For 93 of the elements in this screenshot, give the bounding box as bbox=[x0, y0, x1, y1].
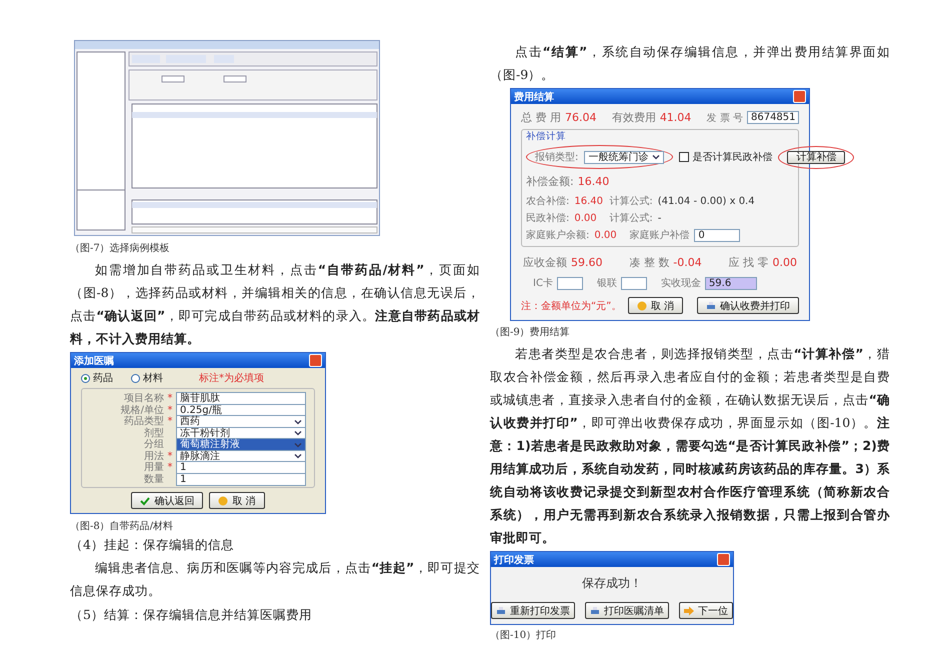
input-field[interactable]: 脑苷肌肽 bbox=[176, 392, 306, 405]
currency-note: 注：金额单位为“元”。 bbox=[521, 300, 622, 312]
summary-label: 应收金额 bbox=[523, 255, 567, 270]
row-value: 0.00 bbox=[574, 212, 598, 224]
field-label: 报销类型: bbox=[535, 150, 578, 164]
field-label: 项目名称 bbox=[123, 393, 164, 404]
required-mark: * bbox=[166, 462, 174, 473]
section-heading: （4）挂起：保存编辑的信息 bbox=[70, 536, 235, 554]
summary-value: 0.00 bbox=[772, 256, 797, 269]
row-label: 计算公式: bbox=[609, 212, 653, 225]
field-label: 剂型 bbox=[143, 428, 164, 438]
body-paragraph: 点击“结算”，系统自动保存编辑信息，并弹出费用结算界面如（图-9）。 bbox=[490, 43, 890, 84]
summary-value: -0.04 bbox=[673, 256, 702, 269]
dialog-button[interactable]: 取 消 bbox=[209, 492, 265, 509]
payment-label: IC卡 bbox=[533, 276, 553, 290]
row-value: 16.40 bbox=[574, 196, 604, 206]
input-field[interactable]: 1 bbox=[176, 472, 306, 486]
printer-icon bbox=[706, 300, 716, 310]
required-mark: * bbox=[166, 450, 174, 462]
checkbox[interactable] bbox=[679, 152, 690, 162]
dropdown-field[interactable]: 葡萄糖注射液 bbox=[176, 438, 306, 451]
amount-label: 补偿金额: bbox=[526, 174, 574, 189]
row-label: 农合补偿: bbox=[526, 194, 570, 208]
summary-label: 应 找 零 bbox=[728, 255, 768, 270]
body-paragraph: 编辑患者信息、病历和医嘱等内容完成后，点击“挂起”，即可提交信息保存成功。 bbox=[70, 559, 480, 600]
total-value: 76.04 bbox=[565, 111, 596, 124]
field-label: 规格/单位 bbox=[120, 404, 164, 416]
printer-icon bbox=[496, 606, 506, 616]
close-icon[interactable] bbox=[717, 553, 730, 566]
required-note: 标注*为必填项 bbox=[199, 372, 264, 385]
right-arrow-icon bbox=[684, 606, 694, 616]
total-value: 41.04 bbox=[660, 111, 692, 124]
invoice-label: 发 票 号 bbox=[706, 112, 743, 124]
dialog-button[interactable]: 下一位 bbox=[679, 602, 733, 619]
formula-text: - bbox=[658, 212, 662, 224]
dialog-title: 添加医嘱 bbox=[74, 354, 114, 368]
row-value: 0.00 bbox=[594, 230, 618, 240]
formula-text: (41.04 - 0.00) x 0.4 bbox=[658, 196, 755, 206]
payment-label: 实收现金 bbox=[660, 276, 701, 290]
body-paragraph: 若患者类型是农合患者，则选择报销类型，点击“计算补偿”，猎取农合补偿金额，然后再录入患者应自付的金额；若患者类型是自费或城镇患者，直接录入患者自付的金额，在确认数据无误后，点击“确认收费并打印”，即可弹出收费保存成功，界面显示如（图-10）。注意：1)若患者是民政救助对象，需要勾选“是否计算民政补偿”；2)费用结算成功后，系统自动发药，同时核减药房该药品的库存量。3）系统自动将该收费记录提交到新型农村合作医疗管理系统（简称新农合系统），用户无需再到新农合系统录入报销数据，只需上报到合管办审批即可。 bbox=[490, 345, 890, 547]
total-label: 有效费用 bbox=[612, 110, 656, 125]
dropdown-field[interactable]: 一般统筹门诊 bbox=[584, 150, 664, 164]
required-mark: * bbox=[166, 404, 174, 416]
invoice-field[interactable]: 8674851 bbox=[746, 111, 799, 124]
radio-button[interactable] bbox=[131, 374, 140, 382]
payment-field[interactable]: 59.6 bbox=[704, 276, 757, 290]
figure-caption: （图-8）自带药品/材料 bbox=[70, 520, 174, 534]
close-icon[interactable] bbox=[793, 90, 806, 103]
dropdown-field[interactable]: 西药 bbox=[176, 415, 306, 428]
row-label: 家庭账户余额: bbox=[526, 228, 590, 242]
field-label: 分组 bbox=[143, 439, 164, 450]
calculate-button[interactable]: 计算补偿 bbox=[787, 150, 846, 164]
row-label: 家庭账户补偿 bbox=[629, 228, 690, 242]
printer-icon bbox=[590, 606, 600, 616]
body-paragraph: 如需增加自带药品或卫生材料，点击“自带药品/材料”，页面如（图-8），选择药品或材料，并编辑相关的信息，在确认信息无误后，点击“确认返回”，即可完成自带药品或材料的录入。注意自带药品或材料，不计入费用结算。 bbox=[70, 261, 480, 348]
required-mark: * bbox=[166, 393, 174, 404]
dialog-button[interactable]: 打印医嘱清单 bbox=[585, 602, 669, 619]
dialog-title: 费用结算 bbox=[514, 90, 554, 104]
field-label: 用量 bbox=[143, 462, 164, 473]
group-title: 补偿计算 bbox=[526, 132, 567, 142]
circle-icon bbox=[636, 300, 647, 310]
payment-field[interactable] bbox=[556, 276, 583, 290]
payment-label: 银联 bbox=[596, 277, 617, 290]
checkbox-label: 是否计算民政补偿 bbox=[692, 150, 772, 164]
total-label: 总 费 用 bbox=[521, 110, 561, 125]
summary-value: 59.60 bbox=[571, 256, 602, 269]
row-label: 计算公式: bbox=[609, 194, 653, 208]
radio-button[interactable] bbox=[81, 374, 90, 382]
radio-label: 药品 bbox=[93, 372, 113, 385]
input-field[interactable]: 0 bbox=[694, 228, 740, 242]
dialog-button[interactable]: 确认返回 bbox=[131, 492, 204, 509]
dialog-button[interactable]: 确认收费并打印 bbox=[697, 297, 799, 314]
radio-label: 材料 bbox=[143, 372, 163, 385]
section-heading: （5）结算：保存编辑信息并结算医嘱费用 bbox=[70, 606, 313, 624]
payment-field[interactable] bbox=[620, 276, 647, 290]
figure-caption: （图-7）选择病例模板 bbox=[70, 242, 171, 256]
close-icon[interactable] bbox=[309, 354, 322, 367]
checkmark-icon bbox=[140, 496, 150, 506]
figure-caption: （图-9）费用结算 bbox=[490, 326, 571, 340]
dialog-title: 打印发票 bbox=[494, 554, 534, 566]
required-mark: * bbox=[166, 416, 174, 427]
circle-icon bbox=[218, 496, 228, 506]
field-label: 用法 bbox=[143, 450, 164, 462]
dialog-button[interactable]: 重新打印发票 bbox=[491, 602, 575, 619]
amount-value: 16.40 bbox=[578, 175, 610, 188]
summary-label: 凑 整 数 bbox=[629, 255, 670, 270]
success-message: 保存成功！ bbox=[582, 575, 642, 592]
input-field[interactable]: 1 bbox=[176, 461, 306, 474]
dialog-button[interactable]: 取 消 bbox=[628, 297, 683, 314]
figure-caption: （图-10）打印 bbox=[490, 629, 558, 643]
row-label: 民政补偿: bbox=[526, 212, 570, 225]
field-label: 数量 bbox=[143, 474, 164, 484]
field-label: 药品类型 bbox=[123, 416, 164, 427]
